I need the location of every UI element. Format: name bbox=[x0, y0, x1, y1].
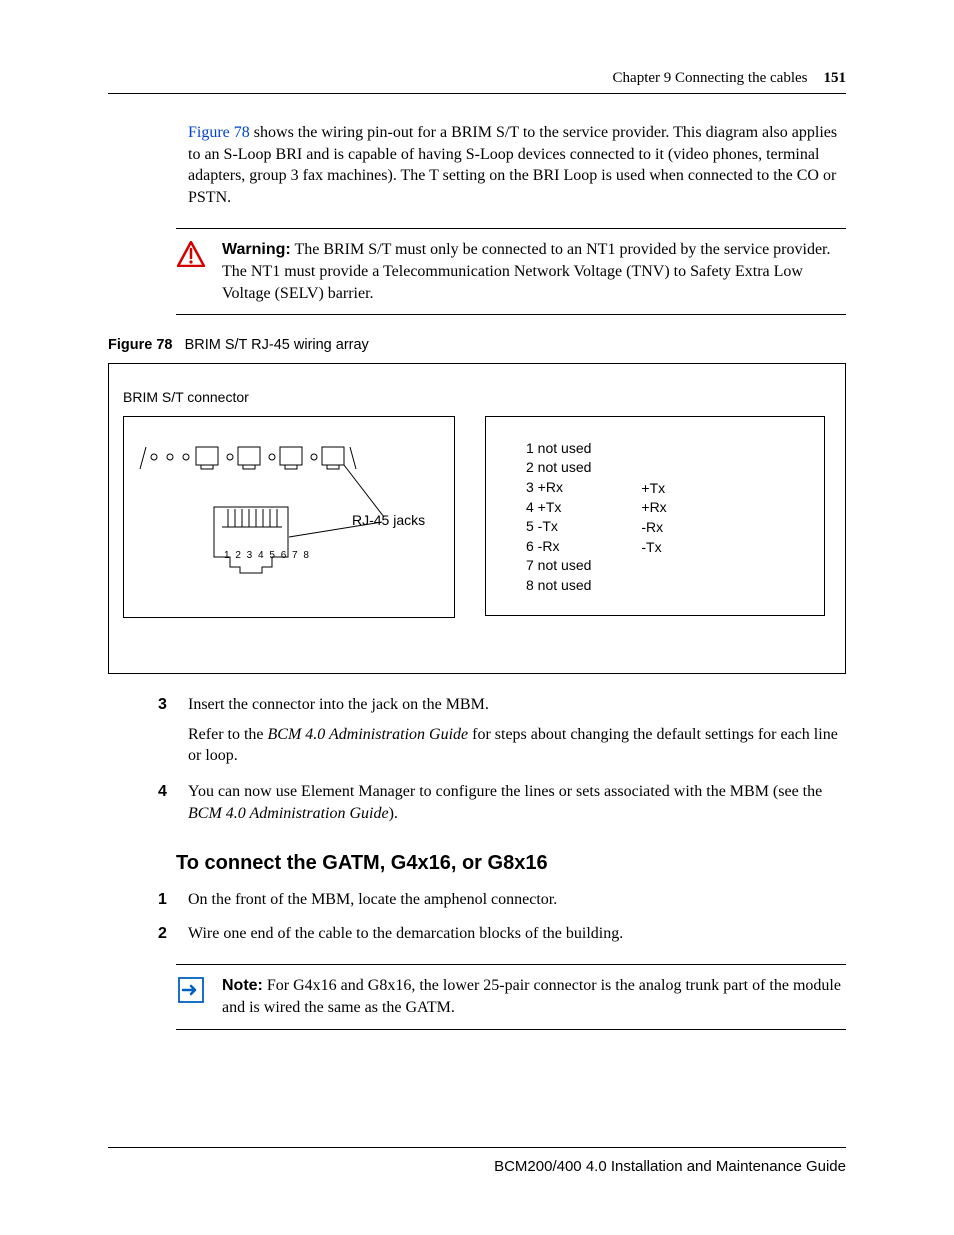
sig-3: -Rx bbox=[641, 518, 666, 538]
step-b2: Wire one end of the cable to the demarca… bbox=[148, 923, 846, 945]
warning-callout: Warning: The BRIM S/T must only be conne… bbox=[176, 228, 846, 315]
figure-caption-text: BRIM S/T RJ-45 wiring array bbox=[185, 337, 369, 353]
note-body: For G4x16 and G8x16, the lower 25-pair c… bbox=[222, 977, 841, 1016]
page-footer: BCM200/400 4.0 Installation and Maintena… bbox=[108, 1147, 846, 1175]
pin-2: 2 not used bbox=[526, 458, 591, 478]
warning-body: The BRIM S/T must only be connected to a… bbox=[222, 241, 830, 301]
page-number: 151 bbox=[824, 70, 847, 87]
pinout-left-col: 1 not used 2 not used 3 +Rx 4 +Tx 5 -Tx … bbox=[526, 439, 591, 596]
pin-numbers-text: 1 2 3 4 5 6 7 8 bbox=[224, 549, 310, 563]
chapter-label: Chapter 9 Connecting the cables bbox=[613, 70, 808, 87]
step-3-p2: Refer to the BCM 4.0 Administration Guid… bbox=[188, 724, 846, 767]
sig-2: +Rx bbox=[641, 498, 666, 518]
section-heading: To connect the GATM, G4x16, or G8x16 bbox=[176, 852, 846, 875]
sig-1: +Tx bbox=[641, 479, 666, 499]
intro-paragraph: Figure 78 shows the wiring pin-out for a… bbox=[188, 122, 846, 208]
intro-text: shows the wiring pin-out for a BRIM S/T … bbox=[188, 124, 837, 206]
footer-rule bbox=[108, 1147, 846, 1148]
figure-caption: Figure 78 BRIM S/T RJ-45 wiring array bbox=[108, 337, 846, 353]
warning-icon bbox=[176, 239, 206, 267]
pin-1: 1 not used bbox=[526, 439, 591, 459]
header-rule bbox=[108, 93, 846, 94]
note-label: Note: bbox=[222, 977, 263, 994]
step-4: You can now use Element Manager to confi… bbox=[148, 781, 846, 824]
pinout-right-col: +Tx +Rx -Rx -Tx bbox=[641, 439, 666, 596]
rj45-label: RJ-45 jacks bbox=[352, 511, 425, 531]
step-3-p1: Insert the connector into the jack on th… bbox=[188, 694, 846, 716]
warning-text: Warning: The BRIM S/T must only be conne… bbox=[222, 239, 846, 304]
pin-6: 6 -Rx bbox=[526, 537, 591, 557]
pin-5: 5 -Tx bbox=[526, 517, 591, 537]
page-header: Chapter 9 Connecting the cables 151 bbox=[108, 70, 846, 87]
pin-8: 8 not used bbox=[526, 576, 591, 596]
step-b1: On the front of the MBM, locate the amph… bbox=[148, 889, 846, 911]
pin-7: 7 not used bbox=[526, 556, 591, 576]
diagram-title: BRIM S/T connector bbox=[123, 388, 831, 408]
figure-78-diagram: BRIM S/T connector bbox=[108, 363, 846, 674]
pin-4: 4 +Tx bbox=[526, 498, 591, 518]
step-3: Insert the connector into the jack on th… bbox=[148, 694, 846, 767]
callout-bottom-rule bbox=[176, 314, 846, 315]
figure-label: Figure 78 bbox=[108, 337, 172, 353]
step-list-a: Insert the connector into the jack on th… bbox=[148, 694, 846, 824]
connector-panel: RJ-45 jacks 1 2 3 4 5 6 7 8 bbox=[123, 416, 455, 618]
sig-4: -Tx bbox=[641, 538, 666, 558]
note-bottom-rule bbox=[176, 1029, 846, 1030]
pin-3: 3 +Rx bbox=[526, 478, 591, 498]
pinout-table: 1 not used 2 not used 3 +Rx 4 +Tx 5 -Tx … bbox=[485, 416, 825, 616]
figure-78-link[interactable]: Figure 78 bbox=[188, 124, 250, 141]
warning-label: Warning: bbox=[222, 241, 291, 258]
step-list-b: On the front of the MBM, locate the amph… bbox=[148, 889, 846, 944]
note-icon bbox=[176, 975, 206, 1003]
note-callout: Note: For G4x16 and G8x16, the lower 25-… bbox=[176, 964, 846, 1029]
note-text: Note: For G4x16 and G8x16, the lower 25-… bbox=[222, 975, 846, 1018]
footer-text: BCM200/400 4.0 Installation and Maintena… bbox=[108, 1158, 846, 1175]
